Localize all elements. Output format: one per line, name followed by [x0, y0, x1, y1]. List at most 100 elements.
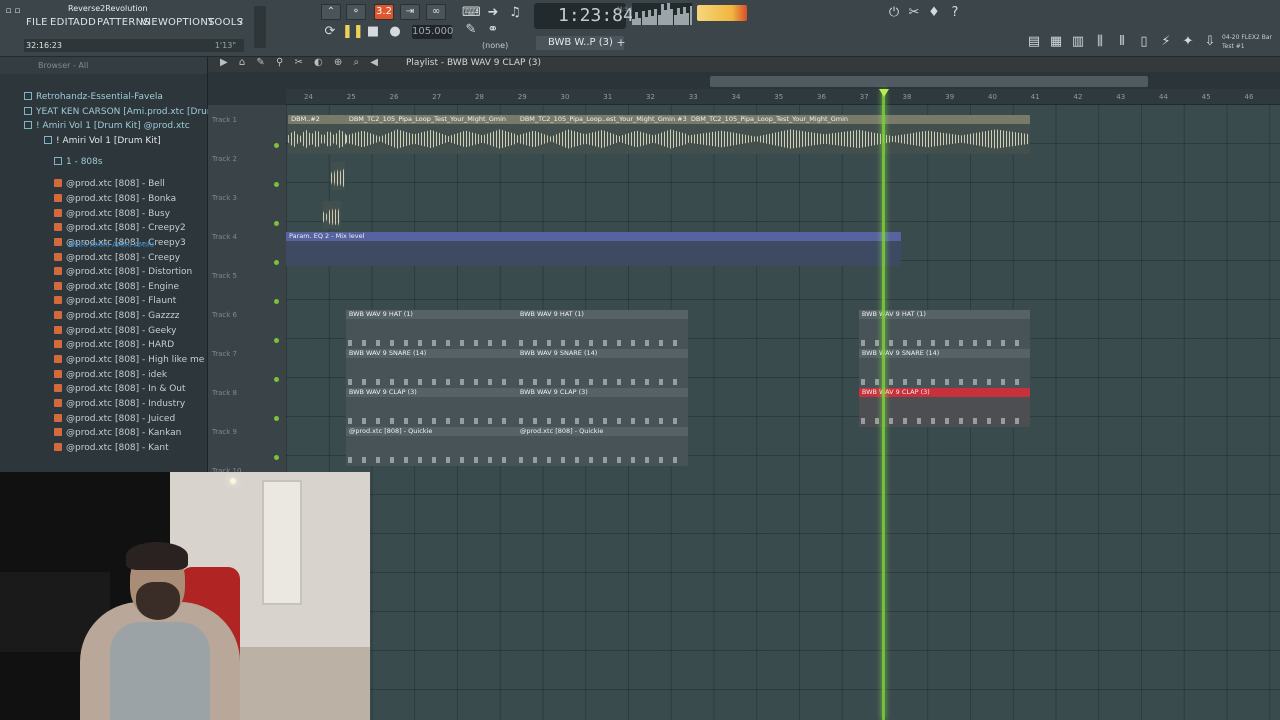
browser-file-item[interactable]: @prod.xtc [808] - Creepy2 [54, 221, 186, 235]
channel-icon[interactable]: ▯ [1135, 33, 1153, 51]
browser-folder-item[interactable]: ! Amiri Vol 1 [Drum Kit] @prod.xtc [24, 119, 190, 133]
window-controls-icon[interactable]: ▫ ▫ [4, 2, 22, 20]
playlist-horizontal-scrollbar[interactable] [710, 76, 1148, 87]
browser-file-item[interactable]: @prod.xtc [808] - Kant [54, 441, 169, 455]
track-name[interactable]: Track 9 [212, 428, 237, 436]
browser-file-item[interactable]: @prod.xtc [808] - Geeky [54, 324, 176, 338]
track-name[interactable]: Track 7 [212, 350, 237, 358]
pattern-clip[interactable]: @prod.xtc [808] - Quickie [516, 427, 688, 466]
download-icon[interactable]: ⇩ [1201, 33, 1219, 51]
playlist-tools[interactable]: ▶ ⌂ ✎ ⚲ ✂ ◐ ⊕ ⌕ ◀ [220, 57, 382, 68]
track-name[interactable]: Track 8 [212, 389, 237, 397]
pattern-clip[interactable]: BWB WAV 9 CLAP (3) [516, 388, 688, 427]
browser-file-item[interactable]: @prod.xtc [808] - Industry [54, 397, 185, 411]
metronome-button[interactable]: ⌃ [321, 4, 341, 20]
typing-keyboard-icon[interactable]: ⌨ [462, 4, 481, 22]
track-enable-led[interactable] [274, 377, 279, 382]
snap-icon[interactable]: ➜ [484, 4, 502, 22]
pattern-selector[interactable]: BWB W..P (3) [536, 36, 624, 50]
menu-edit[interactable]: EDIT [50, 17, 74, 28]
menu-add[interactable]: ADD [73, 17, 96, 28]
browser-file-item[interactable]: @prod.xtc [808] - Bell [54, 177, 165, 191]
tempo-display[interactable]: 105.000 [412, 25, 453, 39]
track-enable-led[interactable] [274, 455, 279, 460]
track-name[interactable]: Track 3 [212, 194, 237, 202]
track-name[interactable]: Track 6 [212, 311, 237, 319]
browser-folder-item[interactable]: Retrohandz-Essential-Favela [24, 90, 163, 104]
track-name[interactable]: Track 2 [212, 155, 237, 163]
browser-header[interactable]: Browser - All [0, 57, 207, 74]
plugin-picker-icon[interactable]: ✂ [905, 4, 923, 22]
piano-roll-window-icon[interactable]: ▦ [1047, 33, 1065, 51]
stop-button[interactable]: ■ [364, 23, 382, 41]
audio-icon[interactable]: ♫ [506, 4, 524, 22]
browser-file-item[interactable]: @prod.xtc [808] - Flaunt [54, 294, 176, 308]
track-enable-led[interactable] [274, 260, 279, 265]
master-volume-slider[interactable] [254, 6, 266, 48]
browser-file-item[interactable]: @prod.xtc [808] - Juiced [54, 412, 175, 426]
browser-file-item[interactable]: @prod.xtc [808] - Creepy [54, 251, 180, 265]
pattern-clip[interactable]: BWB WAV 9 SNARE (14) [345, 349, 517, 388]
browser-file-item[interactable]: @prod.xtc [808] - Distortion [54, 265, 192, 279]
browser-file-item[interactable]: @prod.xtc [808] - HARD [54, 338, 174, 352]
timeline-ruler[interactable]: 24 25 26 27 28 29 30 31 32 33 34 35 36 37 38 39 40 41 42 43… [286, 89, 1280, 105]
countdown-button[interactable]: 3.2 [374, 4, 394, 20]
loop-record-button[interactable]: ∞ [426, 4, 446, 20]
wait-record-button[interactable]: ⚬ [346, 4, 366, 20]
browser-file-item[interactable]: @prod.xtc [808] - Kankan [54, 426, 181, 440]
pause-button[interactable]: ❚❚ [342, 23, 364, 41]
browser-folder-item[interactable]: ! Amiri Vol 1 [Drum Kit] [44, 134, 161, 148]
link-icon[interactable]: ⚭ [484, 21, 502, 39]
track-enable-led[interactable] [274, 182, 279, 187]
pencil-icon[interactable]: ✎ [462, 21, 480, 39]
browser-folder-item[interactable]: YEAT KEN CARSON [Ami.prod.xtc [Drum Kit] [24, 105, 234, 119]
record-button[interactable]: ● [386, 23, 404, 41]
pattern-clip[interactable]: @prod.xtc [808] - Quickie [345, 427, 517, 466]
audio-clip[interactable] [331, 162, 345, 190]
tools-icon[interactable]: ✦ [1179, 33, 1197, 51]
track-name[interactable]: Track 4 [212, 233, 237, 241]
playhead[interactable] [882, 89, 885, 720]
automation-clip[interactable]: Param. EQ 2 - Mix level [286, 232, 901, 266]
audio-clip[interactable] [323, 201, 341, 229]
audio-clip[interactable]: DBM..#2 [288, 115, 347, 154]
track-enable-led[interactable] [274, 143, 279, 148]
step-edit-button[interactable]: ⇥ [400, 4, 420, 20]
browser-folder-item[interactable]: 1 - 808s [54, 155, 103, 169]
channel-rack-icon[interactable]: ▥ [1069, 33, 1087, 51]
audio-clip[interactable]: DBM_TC2_105_Pipa_Loop_Test_Your_Might_Gm… [687, 115, 1030, 154]
pattern-clip[interactable]: BWB WAV 9 HAT (1) [345, 310, 517, 349]
audio-clip[interactable]: DBM_TC2_105_Pipa_Loop_Test_Your_Might_Gm… [345, 115, 517, 154]
online-icon[interactable]: ⏻ [885, 4, 903, 22]
microphone-icon[interactable]: ♦ [925, 4, 943, 22]
menu-file[interactable]: FILE [26, 17, 48, 28]
track-enable-led[interactable] [274, 416, 279, 421]
track-name[interactable]: Track 5 [212, 272, 237, 280]
help-icon[interactable]: ? [946, 4, 964, 22]
browser-file-item[interactable]: @prod.xtc [808] - Gazzzz [54, 309, 180, 323]
audio-clip[interactable]: DBM_TC2_105_Pipa_Loop..est_Your_Might_Gm… [516, 115, 688, 154]
mixer-icon[interactable]: ⫼ [1091, 33, 1109, 51]
browser-file-item[interactable]: @prod.xtc [808] - idek [54, 368, 167, 382]
browser-file-item[interactable]: @prod.xtc [808] - High like me [54, 353, 204, 367]
browser-icon[interactable]: ⫴ [1113, 33, 1131, 51]
add-pattern-icon[interactable]: + [612, 34, 630, 52]
track-enable-led[interactable] [274, 299, 279, 304]
track-name[interactable]: Track 1 [212, 116, 237, 124]
pattern-clip[interactable]: BWB WAV 9 SNARE (14) [516, 349, 688, 388]
menu-view[interactable]: VIEW [141, 17, 168, 28]
browser-file-item[interactable]: @prod.xtc [808] - Engine [54, 280, 179, 294]
menu-help[interactable]: ? [238, 17, 244, 28]
song-time-display[interactable]: 1:23:84 [534, 3, 634, 29]
playhead-marker-icon[interactable] [879, 89, 889, 97]
browser-file-item[interactable]: @prod.xtc [808] - Busy [54, 207, 170, 221]
plugin-icon[interactable]: ⚡ [1157, 33, 1175, 51]
browser-file-item[interactable]: @prod.xtc [808] - In & Out [54, 382, 186, 396]
pattern-clip[interactable]: BWB WAV 9 CLAP (3) [345, 388, 517, 427]
browser-file-item[interactable]: @prod.xtc [808] - Bonka [54, 192, 176, 206]
pattern-clip[interactable]: BWB WAV 9 HAT (1) [516, 310, 688, 349]
loop-icon[interactable]: ⟳ [321, 23, 339, 41]
track-enable-led[interactable] [274, 221, 279, 226]
playlist-window-icon[interactable]: ▤ [1025, 33, 1043, 51]
track-enable-led[interactable] [274, 338, 279, 343]
